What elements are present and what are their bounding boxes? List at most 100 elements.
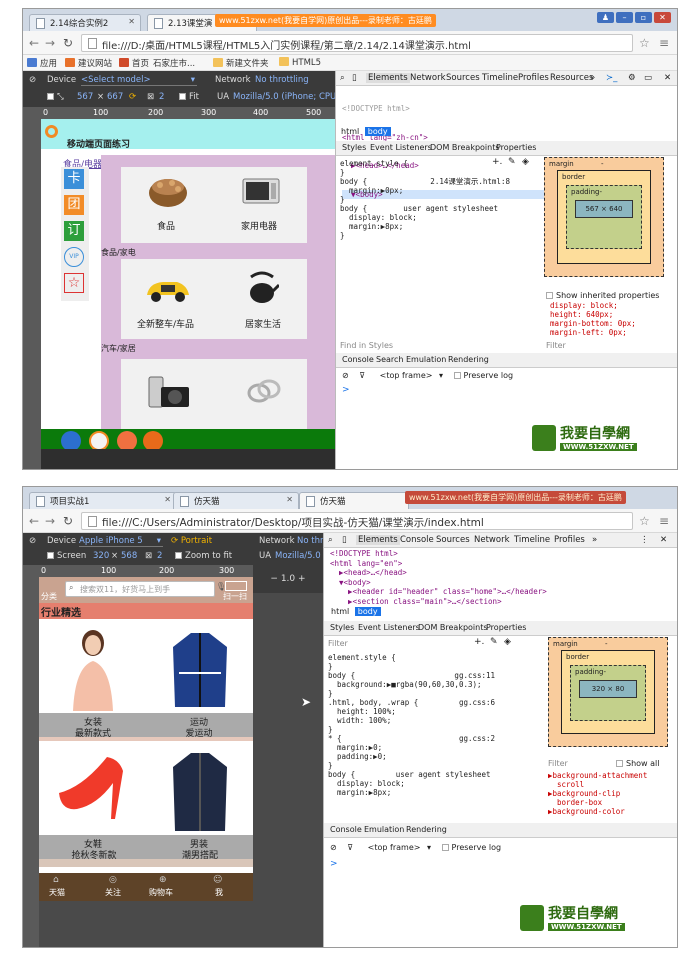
mobile-off-icon[interactable]: ⊘ (29, 536, 36, 546)
menu-icon[interactable]: ≡ (659, 36, 669, 50)
device-icon[interactable]: ▯ (352, 73, 357, 83)
tab-3[interactable]: 仿天猫 (299, 492, 409, 509)
tab-elements[interactable]: Elements (356, 535, 400, 545)
user-icon[interactable]: ♟ (597, 12, 614, 23)
mobile-off-icon[interactable]: ⊘ (29, 75, 36, 85)
clear-icon[interactable]: ⊘ (342, 371, 349, 380)
color-icon[interactable]: ◈ (522, 157, 529, 167)
zoom-control[interactable]: − 1.0 + (253, 565, 323, 593)
tab-emulation[interactable]: Emulation (406, 355, 446, 364)
filter-icon[interactable]: ⊽ (359, 371, 365, 380)
scan-icon[interactable] (225, 581, 247, 591)
dock-icon[interactable]: ▭ (644, 73, 652, 83)
screen-width[interactable]: 320 (93, 551, 109, 561)
forward-icon[interactable]: → (45, 36, 55, 50)
more-icon[interactable]: » (592, 535, 597, 545)
search-input[interactable]: ⌕ 搜索双11，好货马上到手 🎙 (65, 581, 226, 597)
device-icon[interactable]: ▯ (342, 535, 347, 545)
inspect-icon[interactable]: ⌕ (328, 535, 333, 545)
settings-icon[interactable]: ⚙ (628, 73, 636, 83)
inherited-checkbox[interactable]: Show inherited properties (546, 291, 659, 300)
clear-icon[interactable]: ⊘ (330, 843, 337, 852)
vip-button[interactable]: VIP (64, 247, 84, 267)
screen-width[interactable]: 567 (77, 92, 93, 102)
product-card[interactable] (39, 623, 147, 713)
preserve-log-checkbox[interactable]: Preserve log (453, 371, 513, 380)
preserve-log-checkbox[interactable]: Preserve log (441, 843, 501, 852)
tab-dom-breakpoints[interactable]: DOM Breakpoints (418, 623, 488, 632)
tab-network[interactable]: Network (410, 73, 446, 83)
computed-filter[interactable]: Filter (548, 759, 568, 768)
pin-icon[interactable]: ✎ (490, 637, 498, 647)
order-button[interactable]: 订 (64, 221, 84, 241)
appliance-image[interactable] (241, 175, 281, 207)
device-select[interactable]: <Select model> ▾ (81, 75, 197, 86)
filter-icon[interactable]: ⊽ (347, 843, 353, 852)
dpr-value[interactable]: 2 (157, 551, 162, 561)
tab-styles[interactable]: Styles (342, 143, 366, 152)
add-rule-icon[interactable]: +. (474, 637, 484, 647)
tab-event-listeners[interactable]: Event Listeners (370, 143, 432, 152)
more-icon[interactable]: » (590, 73, 595, 83)
dpr-value[interactable]: 2 (159, 92, 164, 102)
reload-icon[interactable]: ↻ (63, 514, 73, 528)
group-button[interactable]: 团 (64, 195, 84, 215)
tab-sources[interactable]: Sources (446, 73, 480, 83)
tab-properties[interactable]: Properties (496, 143, 536, 152)
tab-dom-breakpoints[interactable]: DOM Breakpoints (430, 143, 500, 152)
styles-filter[interactable]: Filter (328, 639, 348, 648)
tab-network[interactable]: Network (474, 535, 510, 545)
food-image[interactable] (145, 171, 191, 209)
frame-select[interactable]: <top frame> (380, 371, 433, 380)
styles-pane[interactable]: element.style { } body { gg.css:11 backg… (328, 653, 495, 797)
star-icon[interactable]: ☆ (639, 36, 650, 50)
search-icon[interactable] (45, 125, 58, 138)
bookmark-folder[interactable]: 新建文件夹 (213, 57, 269, 69)
address-bar[interactable]: file:///D:/桌面/HTML5课程/HTML5入门实例课程/第二章/2.… (81, 34, 633, 52)
apps-icon[interactable] (61, 431, 81, 449)
tab-elements[interactable]: Elements (366, 73, 410, 83)
reload-icon[interactable]: ↻ (63, 36, 73, 50)
tab-timeline[interactable]: Timeline (482, 73, 518, 83)
console-prompt[interactable]: > (330, 859, 338, 869)
back-icon[interactable]: ← (29, 514, 39, 528)
screen-height[interactable]: 568 (121, 551, 137, 561)
minimize-icon[interactable]: – (616, 12, 633, 23)
tab-sources[interactable]: Sources (436, 535, 470, 545)
tab-styles[interactable]: Styles (330, 623, 354, 632)
back-icon[interactable]: ← (29, 36, 39, 50)
tab-event-listeners[interactable]: Event Listeners (358, 623, 420, 632)
user-icon[interactable] (143, 431, 163, 449)
frame-select[interactable]: <top frame> (368, 843, 421, 852)
nav-item-me[interactable]: 我 (215, 887, 223, 898)
tab-search[interactable]: Search (376, 355, 403, 364)
menu-icon[interactable]: ≡ (659, 514, 669, 528)
address-bar[interactable]: file:///C:/Users/Administrator/Desktop/项… (81, 512, 633, 530)
leaf-icon[interactable] (89, 431, 109, 449)
phone-image[interactable] (147, 375, 191, 411)
tab-emulation[interactable]: Emulation (364, 825, 404, 834)
color-icon[interactable]: ◈ (504, 637, 511, 647)
show-all-checkbox[interactable]: Show all (616, 759, 659, 768)
zoom-fit-checkbox[interactable]: Zoom to fit (175, 551, 232, 561)
tab-1[interactable]: 项目实战1 ✕ (29, 492, 177, 509)
crumb-body[interactable]: body (354, 607, 381, 616)
window-close-icon[interactable]: ✕ (654, 12, 671, 23)
device-select[interactable]: Apple iPhone 5 ▾ (79, 536, 163, 547)
bag-icon[interactable] (117, 431, 137, 449)
kebab-menu-icon[interactable]: ⋮ (640, 535, 649, 545)
crumb-html[interactable]: html (328, 607, 352, 616)
tab-2[interactable]: 仿天猫 ✕ (173, 492, 299, 509)
close-icon[interactable]: ✕ (286, 495, 293, 504)
find-in-styles[interactable]: Find in Styles (340, 341, 393, 350)
product-card[interactable] (39, 743, 147, 835)
bookmark-apps[interactable]: 应用 (27, 57, 57, 69)
star-icon[interactable]: ☆ (64, 273, 84, 293)
screen-checkbox[interactable]: Screen (47, 551, 86, 561)
portrait-toggle[interactable]: ⟳ Portrait (171, 536, 212, 546)
product-card[interactable] (147, 623, 253, 713)
network-select[interactable]: No throttling (255, 75, 309, 85)
tab-profiles[interactable]: Profiles (518, 73, 549, 83)
tab-properties[interactable]: Properties (486, 623, 526, 632)
teapot-image[interactable] (245, 269, 281, 307)
